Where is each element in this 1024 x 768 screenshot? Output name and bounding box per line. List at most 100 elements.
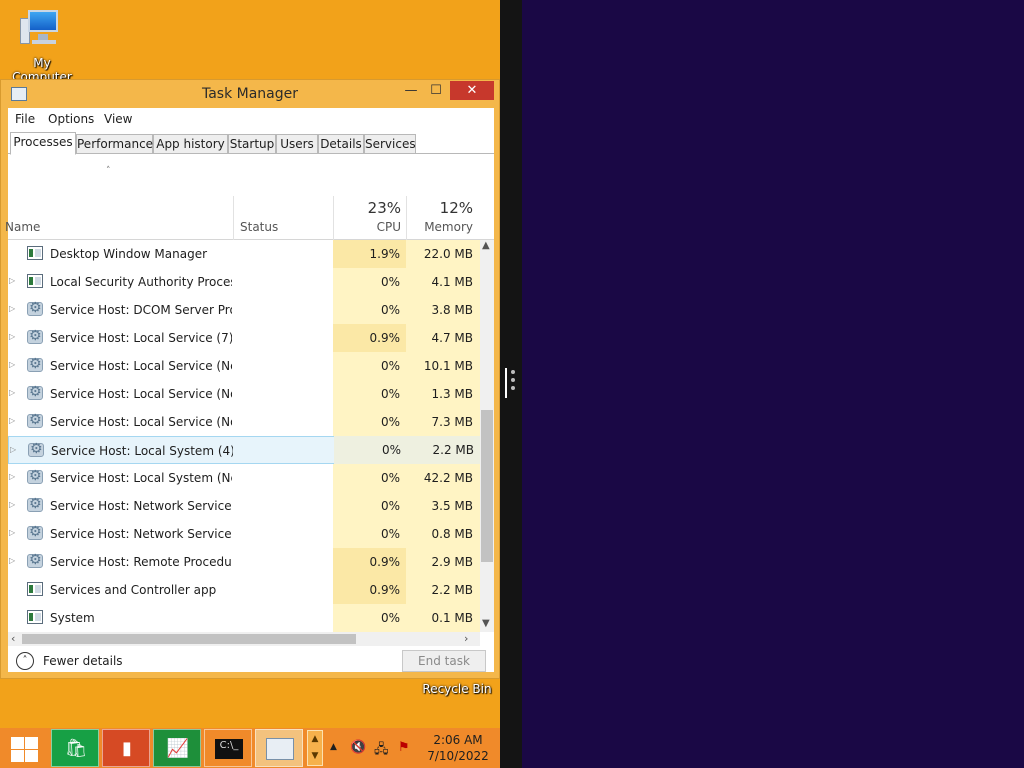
tab-details[interactable]: Details	[318, 134, 364, 154]
window-icon	[27, 246, 43, 260]
process-cpu: 0%	[333, 464, 406, 492]
expand-arrow-icon[interactable]: ▷	[9, 556, 15, 565]
window-icon	[27, 274, 43, 288]
process-memory: 42.2 MB	[406, 464, 480, 492]
menu-view[interactable]: View	[104, 112, 132, 126]
scroll-right-arrow-icon[interactable]: ›	[464, 632, 468, 645]
title-bar[interactable]: Task Manager — ☐ ✕	[1, 80, 499, 108]
expand-arrow-icon[interactable]: ▷	[9, 416, 15, 425]
tab-processes[interactable]: Processes	[10, 132, 76, 155]
gear-icon	[28, 441, 44, 457]
table-row[interactable]: ▷ Service Host: Network Service (... 0%0.8…	[8, 520, 480, 548]
fewer-details-link[interactable]: Fewer details	[43, 654, 123, 668]
table-row[interactable]: ▷ Service Host: Network Service (2) 0%3.5 …	[8, 492, 480, 520]
minimize-button[interactable]: —	[401, 81, 421, 100]
window-title: Task Manager	[201, 86, 299, 102]
tab-users[interactable]: Users	[276, 134, 318, 154]
computer-icon	[20, 8, 64, 48]
sort-ascending-icon[interactable]: ˄	[106, 166, 111, 176]
table-row[interactable]: ▷ Service Host: Local Service (7) 0.9%4.7 …	[8, 324, 480, 352]
maximize-button[interactable]: ☐	[426, 81, 446, 100]
table-row[interactable]: ▷ Service Host: Local Service (Net... 0%10…	[8, 352, 480, 380]
network-icon[interactable]: 🖧	[374, 740, 389, 762]
end-task-button[interactable]: End task	[402, 650, 486, 672]
menu-bar: File Options View	[8, 108, 494, 130]
action-center-icon[interactable]: ⚑	[398, 740, 410, 755]
menu-file[interactable]: File	[15, 112, 35, 126]
finance-icon[interactable]: 📈	[153, 729, 201, 767]
table-row[interactable]: ▷ Service Host: DCOM Server Proc... 0%3.8 …	[8, 296, 480, 324]
gear-icon	[27, 468, 43, 484]
menu-options[interactable]: Options	[48, 112, 94, 126]
process-name: Service Host: DCOM Server Proc...	[50, 303, 232, 317]
close-button[interactable]: ✕	[450, 81, 494, 100]
expand-arrow-icon[interactable]: ▷	[9, 500, 15, 509]
clock[interactable]: 2:06 AM 7/10/2022	[420, 732, 496, 764]
process-cpu: 0%	[333, 520, 406, 548]
expand-arrow-icon[interactable]: ▷	[9, 472, 15, 481]
tab-startup[interactable]: Startup	[228, 134, 276, 154]
table-row[interactable]: ▷ Service Host: Local System (Net... 0%42.…	[8, 464, 480, 492]
vertical-scroll-thumb[interactable]	[481, 410, 493, 562]
tab-services[interactable]: Services	[364, 134, 416, 154]
chevron-up-icon[interactable]: ˄	[16, 652, 34, 670]
process-name: Service Host: Local Service (No I...	[50, 387, 232, 401]
table-row[interactable]: ▷ Service Host: Remote Procedure... 0.9%2.…	[8, 548, 480, 576]
taskbar-overflow-button[interactable]: ▲ ▼	[307, 730, 323, 766]
expand-arrow-icon[interactable]: ▷	[9, 332, 15, 341]
recycle-bin-desktop-icon[interactable]: Recycle Bin	[420, 682, 494, 696]
table-row[interactable]: ▷ Service Host: Local System (4) 0%2.2 MB	[8, 436, 480, 464]
column-cpu-header[interactable]: CPU	[338, 220, 401, 234]
table-row[interactable]: ▷ Local Security Authority Process... 0%4.…	[8, 268, 480, 296]
tab-performance[interactable]: Performance	[76, 134, 153, 154]
column-memory-header[interactable]: Memory	[408, 220, 473, 234]
task-manager-icon[interactable]	[255, 729, 303, 767]
right-snapped-app	[522, 0, 1024, 768]
start-button[interactable]	[8, 735, 40, 763]
table-row[interactable]: Services and Controller app 0.9% 2.2 MB	[8, 576, 480, 604]
gear-icon	[27, 412, 43, 428]
horizontal-scrollbar[interactable]: ‹ ›	[8, 632, 480, 646]
column-status-header[interactable]: Status	[240, 220, 278, 234]
expand-arrow-icon[interactable]: ▷	[9, 276, 15, 285]
office-icon[interactable]: ▮	[102, 729, 150, 767]
command-prompt-icon[interactable]: C:\_	[204, 729, 252, 767]
expand-arrow-icon[interactable]: ▷	[9, 528, 15, 537]
process-memory: 7.3 MB	[406, 408, 480, 436]
table-row[interactable]: System 0% 0.1 MB	[8, 604, 480, 632]
show-hidden-icons-icon[interactable]: ▲	[330, 742, 337, 752]
process-name: Service Host: Network Service (2)	[50, 499, 232, 513]
column-headers: ˄ Name Status 23% CPU 12% Memory	[5, 154, 494, 240]
process-memory: 0.8 MB	[406, 520, 480, 548]
expand-arrow-icon[interactable]: ▷	[9, 304, 15, 313]
my-computer-desktop-icon[interactable]: My Computer	[2, 8, 82, 84]
snap-divider-handle[interactable]	[505, 368, 515, 398]
process-cpu: 0%	[333, 492, 406, 520]
gear-icon	[27, 300, 43, 316]
process-cpu: 0.9%	[333, 324, 406, 352]
volume-muted-icon[interactable]: 🔇	[350, 740, 366, 755]
column-name-header[interactable]: Name	[5, 220, 40, 234]
expand-arrow-icon[interactable]: ▷	[10, 445, 16, 454]
process-memory: 4.1 MB	[406, 268, 480, 296]
scroll-up-arrow-icon[interactable]: ▲	[482, 240, 490, 251]
process-name: Service Host: Local System (Net...	[50, 471, 232, 485]
table-row[interactable]: ▷ Service Host: Local Service (No I... 0%1…	[8, 380, 480, 408]
gear-icon	[27, 496, 43, 512]
process-memory: 2.9 MB	[406, 548, 480, 576]
vertical-scrollbar[interactable]: ▲ ▼	[480, 240, 494, 632]
process-memory: 3.5 MB	[406, 492, 480, 520]
store-icon[interactable]: 🛍	[51, 729, 99, 767]
process-name: Service Host: Network Service (...	[50, 527, 232, 541]
taskbar: 🛍 ▮ 📈 C:\_ ▲ ▼ ▲ 🔇 🖧 ⚑ 2:06 AM 7/10/2022	[0, 728, 500, 768]
scroll-down-arrow-icon[interactable]: ▼	[482, 618, 490, 629]
tab-app-history[interactable]: App history	[153, 134, 228, 154]
expand-arrow-icon[interactable]: ▷	[9, 388, 15, 397]
horizontal-scroll-thumb[interactable]	[22, 634, 356, 644]
table-row[interactable]: Desktop Window Manager 1.9% 22.0 MB	[8, 240, 480, 268]
expand-arrow-icon[interactable]: ▷	[9, 360, 15, 369]
process-name: Service Host: Local Service (7)	[50, 331, 232, 345]
process-memory: 2.2 MB	[407, 436, 480, 464]
scroll-left-arrow-icon[interactable]: ‹	[11, 632, 15, 645]
table-row[interactable]: ▷ Service Host: Local Service (No ... 0%7.…	[8, 408, 480, 436]
